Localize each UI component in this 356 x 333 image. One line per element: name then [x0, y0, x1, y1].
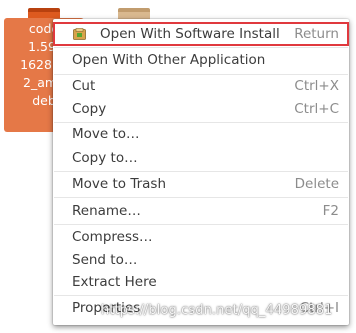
menu-item-shortcut: Ctrl+X [294, 78, 339, 94]
menu-item-open-with-software-install[interactable]: Open With Software Install Return [53, 22, 349, 46]
menu-item-copy-to[interactable]: Copy to… [53, 146, 349, 170]
menu-item-move-to[interactable]: Move to… [53, 122, 349, 146]
menu-item-label: Send to… [72, 252, 138, 268]
menu-separator [54, 197, 348, 198]
menu-item-shortcut: Ctrl+C [294, 101, 339, 117]
menu-item-label: Extract Here [72, 274, 157, 290]
menu-item-shortcut: Delete [294, 176, 339, 192]
menu-item-label: Open With Software Install [100, 26, 280, 42]
context-menu: Open With Software Install Return Open W… [53, 19, 349, 325]
menu-item-extract-here[interactable]: Extract Here [53, 270, 349, 294]
desktop: code 1.59. 162812 2_amd deb Open With So… [0, 0, 356, 333]
menu-item-label: Move to… [72, 126, 140, 142]
menu-item-copy[interactable]: Copy Ctrl+C [53, 97, 349, 121]
menu-item-label: Compress… [72, 229, 153, 245]
menu-item-rename[interactable]: Rename… F2 [53, 199, 349, 223]
menu-item-label: Move to Trash [72, 176, 167, 192]
menu-item-cut[interactable]: Cut Ctrl+X [53, 74, 349, 98]
watermark: https://blog.csdn.net/qq_44989881 [101, 303, 333, 318]
menu-item-label: Rename… [72, 203, 141, 219]
menu-item-label: Copy to… [72, 150, 138, 166]
menu-item-send-to[interactable]: Send to… [53, 248, 349, 272]
software-install-icon [73, 28, 86, 40]
menu-item-shortcut: F2 [322, 203, 339, 219]
menu-item-label: Cut [72, 78, 96, 94]
menu-item-label: Open With Other Application [72, 52, 266, 68]
menu-item-label: Copy [72, 101, 107, 117]
menu-item-shortcut: Return [294, 26, 339, 42]
menu-item-move-to-trash[interactable]: Move to Trash Delete [53, 172, 349, 196]
menu-item-open-with-other-application[interactable]: Open With Other Application [53, 48, 349, 72]
menu-item-compress[interactable]: Compress… [53, 225, 349, 249]
